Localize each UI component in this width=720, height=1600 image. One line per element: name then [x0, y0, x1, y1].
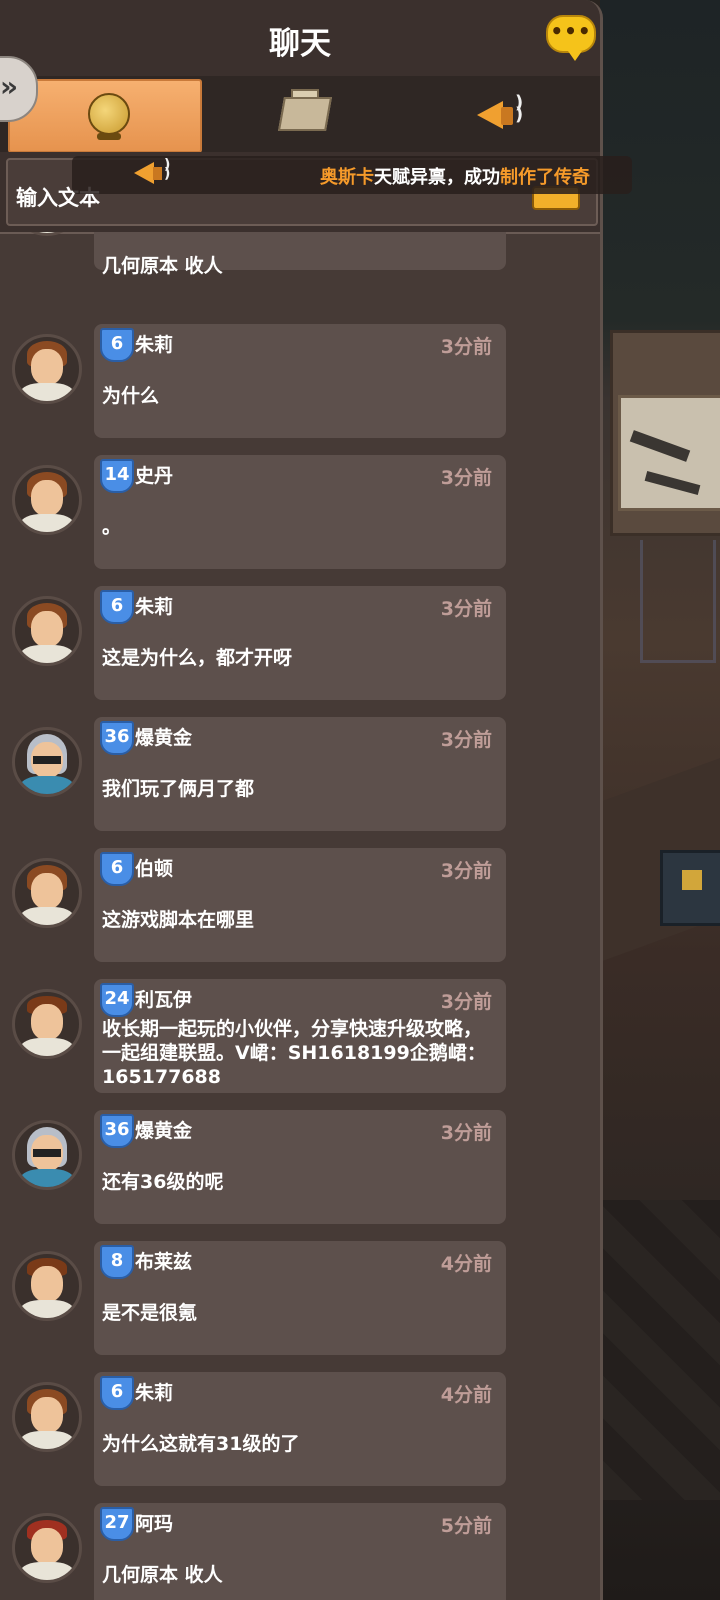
sender-name[interactable]: 伯顿	[135, 854, 173, 881]
message-time: 3分前	[440, 467, 492, 489]
level-badge: 6	[100, 590, 134, 624]
tab-broadcast[interactable]: ))	[403, 79, 593, 149]
list-item: 6 朱莉 4分前 为什么这就有31级的了	[0, 1372, 600, 1490]
horn-icon-back	[501, 107, 513, 125]
level-badge: 6	[100, 1376, 134, 1410]
announcement-player[interactable]: 奥斯卡	[320, 167, 374, 188]
level-badge: 36	[100, 721, 134, 755]
chat-panel: 聊天 ••• )) 输入文本 几何原本 收人 6 朱莉 3分前 为什么 14 史…	[0, 0, 603, 1600]
globe-stand	[97, 133, 121, 140]
message-text: 这是为什么，都才开呀	[102, 647, 293, 669]
message-time: 3分前	[440, 336, 492, 358]
message-text: 我们玩了俩月了都	[102, 778, 255, 800]
message-time: 4分前	[440, 1384, 492, 1406]
chat-header: 聊天 •••	[0, 0, 600, 78]
sender-name[interactable]: 史丹	[135, 461, 173, 488]
tab-guild[interactable]	[205, 79, 395, 149]
horn-icon	[477, 101, 503, 129]
list-item: 14 史丹 3分前 。	[0, 455, 600, 573]
sender-name[interactable]: 利瓦伊	[135, 985, 192, 1012]
horn-sound-waves: ))	[515, 92, 524, 125]
message-time: 3分前	[440, 729, 492, 751]
level-badge: 27	[100, 1507, 134, 1541]
announcement-verb: 制作了	[500, 167, 554, 188]
list-item: 36 爆黄金 3分前 还有36级的呢	[0, 1110, 600, 1228]
message-text: 几何原本 收人	[102, 255, 223, 277]
avatar[interactable]	[12, 989, 82, 1059]
message-time: 3分前	[440, 860, 492, 882]
avatar[interactable]	[12, 1251, 82, 1321]
message-time: 3分前	[440, 991, 492, 1013]
message-text: 是不是很氪	[102, 1302, 198, 1324]
level-badge: 36	[100, 1114, 134, 1148]
list-item: 6 朱莉 3分前 这是为什么，都才开呀	[0, 586, 600, 704]
list-item: 6 朱莉 3分前 为什么	[0, 324, 600, 442]
avatar[interactable]	[12, 1513, 82, 1583]
avatar[interactable]	[12, 465, 82, 535]
horn-icon-back	[153, 167, 162, 180]
level-badge: 14	[100, 459, 134, 493]
message-time: 4分前	[440, 1253, 492, 1275]
sender-name[interactable]: 朱莉	[135, 592, 173, 619]
avatar[interactable]	[12, 596, 82, 666]
avatar[interactable]	[12, 232, 82, 236]
scene-tiles	[600, 1200, 720, 1500]
level-badge: 8	[100, 1245, 134, 1279]
message-time: 3分前	[440, 1122, 492, 1144]
message-time: 3分前	[440, 598, 492, 620]
sender-name[interactable]: 阿玛	[135, 1509, 173, 1536]
avatar[interactable]	[12, 858, 82, 928]
list-item: 几何原本 收人	[0, 232, 600, 277]
channel-tabs: ))	[0, 76, 600, 153]
guild-icon	[278, 97, 332, 131]
message-text: 为什么这就有31级的了	[102, 1433, 300, 1455]
avatar[interactable]	[12, 1120, 82, 1190]
announcement-text: 奥斯卡天赋异禀，成功制作了传奇	[320, 163, 590, 189]
horn-icon	[134, 162, 154, 184]
avatar[interactable]	[12, 727, 82, 797]
page-title: 聊天	[269, 26, 331, 62]
scene-crate-mark	[682, 870, 702, 890]
announcement-marquee: )) 奥斯卡天赋异禀，成功制作了传奇	[72, 156, 632, 194]
level-badge: 6	[100, 852, 134, 886]
message-text: 为什么	[102, 385, 160, 407]
announcement-item[interactable]: 传奇	[554, 167, 590, 188]
announcement-body: 天赋异禀，成功	[374, 167, 500, 188]
list-item: 24 利瓦伊 3分前 收长期一起玩的小伙伴，分享快速升级攻略，一起组建联盟。V峮…	[0, 979, 600, 1097]
sender-name[interactable]: 布莱兹	[135, 1247, 192, 1274]
message-text: 这游戏脚本在哪里	[102, 909, 255, 931]
sender-name[interactable]: 朱莉	[135, 1378, 173, 1405]
horn-sound-waves: ))	[164, 157, 171, 182]
message-time: 5分前	[440, 1515, 492, 1537]
list-item: 27 阿玛 5分前 几何原本 收人	[0, 1503, 600, 1600]
message-text: 几何原本 收人	[102, 1564, 223, 1586]
sender-name[interactable]: 爆黄金	[135, 723, 192, 750]
message-text: 还有36级的呢	[102, 1171, 224, 1193]
sender-name[interactable]: 爆黄金	[135, 1116, 192, 1143]
list-item: 36 爆黄金 3分前 我们玩了俩月了都	[0, 717, 600, 835]
level-badge: 24	[100, 983, 134, 1017]
chat-icon: •••	[550, 19, 592, 43]
message-list[interactable]: 几何原本 收人 6 朱莉 3分前 为什么 14 史丹 3分前 。 6 朱莉 3分…	[0, 232, 600, 1600]
avatar[interactable]	[12, 1382, 82, 1452]
message-text: 收长期一起玩的小伙伴，分享快速升级攻略，一起组建联盟。V峮：SH1618199企…	[102, 1018, 486, 1088]
scene-rack	[640, 540, 716, 663]
level-badge: 6	[100, 328, 134, 362]
message-text: 。	[102, 516, 122, 538]
avatar[interactable]	[12, 334, 82, 404]
sender-name[interactable]: 朱莉	[135, 330, 173, 357]
globe-icon	[88, 93, 130, 135]
list-item: 8 布莱兹 4分前 是不是很氪	[0, 1241, 600, 1359]
chat-options-button[interactable]: •••	[546, 15, 596, 61]
game-scene-background	[600, 0, 720, 1600]
list-item: 6 伯顿 3分前 这游戏脚本在哪里	[0, 848, 600, 966]
collapse-icon: »	[0, 70, 19, 103]
